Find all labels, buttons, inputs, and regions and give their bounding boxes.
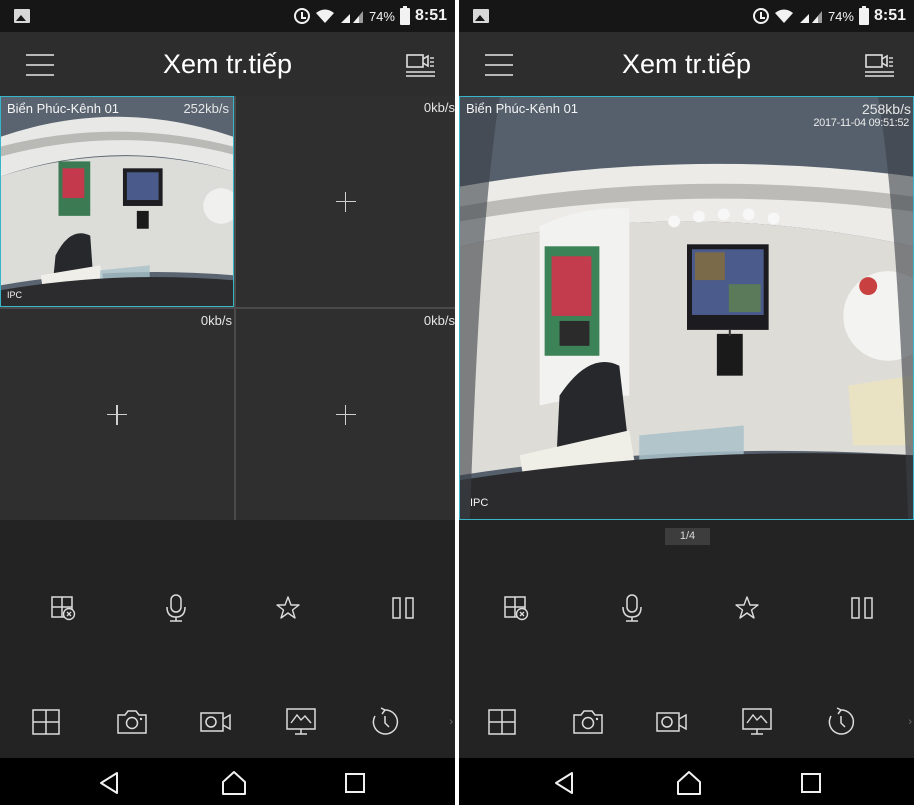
microphone-icon[interactable] — [156, 588, 196, 628]
camera-grid: Biển Phúc-Kênh 01 252kb/s IPC 0kb/s 0kb/… — [0, 96, 455, 520]
ipc-watermark: IPC — [470, 497, 489, 509]
bottom-toolbar: › — [459, 702, 914, 742]
alarm-icon — [752, 8, 769, 24]
channel-name: Biển Phúc-Kênh 01 — [7, 101, 120, 116]
app-header: Xem tr.tiếp — [459, 32, 914, 96]
battery-percent: 74% — [368, 8, 395, 24]
video-cell-4[interactable]: 0kb/s — [236, 309, 455, 520]
close-window-icon[interactable] — [43, 588, 83, 628]
device-list-icon[interactable] — [403, 54, 437, 78]
recents-icon[interactable] — [341, 769, 369, 797]
battery-percent: 74% — [827, 8, 854, 24]
video-cell-2[interactable]: 0kb/s — [236, 96, 455, 307]
control-row — [0, 588, 455, 628]
signal-icon — [340, 8, 364, 24]
record-video-icon[interactable] — [652, 702, 692, 742]
alarm-icon — [293, 8, 310, 24]
app-header: Xem tr.tiếp — [0, 32, 455, 96]
status-bar: 74% 8:51 — [0, 0, 455, 32]
control-row — [459, 588, 914, 628]
android-nav-bar — [0, 758, 455, 805]
snapshot-camera-icon[interactable] — [112, 702, 152, 742]
back-icon[interactable] — [95, 769, 123, 797]
add-camera-icon[interactable] — [335, 404, 356, 425]
recents-icon[interactable] — [797, 769, 825, 797]
device-list-icon[interactable] — [862, 54, 896, 78]
signal-icon — [799, 8, 823, 24]
camera-feed — [460, 97, 913, 519]
status-bar: 74% 8:51 — [459, 0, 914, 32]
clock: 8:51 — [873, 7, 906, 24]
clock: 8:51 — [414, 7, 447, 24]
monitor-icon[interactable] — [281, 702, 321, 742]
video-cell-3[interactable]: 0kb/s — [0, 309, 234, 520]
home-icon[interactable] — [675, 769, 703, 797]
split-screen-icon[interactable] — [26, 702, 66, 742]
battery-icon — [858, 5, 869, 25]
close-window-icon[interactable] — [496, 588, 536, 628]
timestamp: 2017-11-04 09:51:52 — [813, 117, 909, 129]
monitor-icon[interactable] — [737, 702, 777, 742]
playback-history-icon[interactable] — [365, 702, 405, 742]
home-icon[interactable] — [220, 769, 248, 797]
gallery-notification-icon — [473, 9, 489, 23]
channel-name: Biển Phúc-Kênh 01 — [466, 101, 579, 116]
android-nav-bar — [459, 758, 914, 805]
snapshot-camera-icon[interactable] — [568, 702, 608, 742]
wifi-icon — [774, 8, 794, 24]
bitrate: 0kb/s — [423, 313, 455, 328]
back-icon[interactable] — [550, 769, 578, 797]
favorite-star-icon[interactable] — [727, 588, 767, 628]
record-video-icon[interactable] — [196, 702, 236, 742]
pause-icon[interactable] — [842, 588, 882, 628]
playback-history-icon[interactable] — [821, 702, 861, 742]
ipc-watermark: IPC — [7, 290, 23, 300]
bitrate: 252kb/s — [183, 101, 229, 116]
add-camera-icon[interactable] — [107, 404, 127, 425]
wifi-icon — [315, 8, 335, 24]
bottom-toolbar: › — [0, 702, 455, 742]
battery-icon — [399, 5, 410, 25]
video-cell-1[interactable]: Biển Phúc-Kênh 01 252kb/s IPC — [0, 96, 234, 307]
page-title: Xem tr.tiếp — [162, 49, 293, 79]
phone-screen-quad-view: 74% 8:51 Xem tr.tiếp Biển Phúc-Kênh 01 2… — [0, 0, 455, 805]
favorite-star-icon[interactable] — [268, 588, 308, 628]
bitrate: 0kb/s — [200, 313, 232, 328]
phone-screen-single-view: 74% 8:51 Xem tr.tiếp Biển Phúc-Kênh 01 2… — [459, 0, 914, 805]
more-tools-arrow-icon[interactable]: › — [449, 716, 453, 728]
page-title: Xem tr.tiếp — [621, 49, 752, 79]
gallery-notification-icon — [14, 9, 30, 23]
split-screen-icon[interactable] — [482, 702, 522, 742]
microphone-icon[interactable] — [612, 588, 652, 628]
bitrate: 258kb/s — [861, 101, 911, 117]
bitrate: 0kb/s — [423, 100, 455, 115]
more-tools-arrow-icon[interactable]: › — [908, 716, 912, 728]
pause-icon[interactable] — [383, 588, 423, 628]
camera-grid: Biển Phúc-Kênh 01 258kb/s 2017-11-04 09:… — [459, 96, 914, 520]
add-camera-icon[interactable] — [335, 191, 356, 212]
page-indicator: 1/4 — [665, 528, 710, 545]
video-cell-1-fullscreen[interactable]: Biển Phúc-Kênh 01 258kb/s 2017-11-04 09:… — [459, 96, 914, 520]
camera-feed-thumbnail — [1, 97, 233, 306]
